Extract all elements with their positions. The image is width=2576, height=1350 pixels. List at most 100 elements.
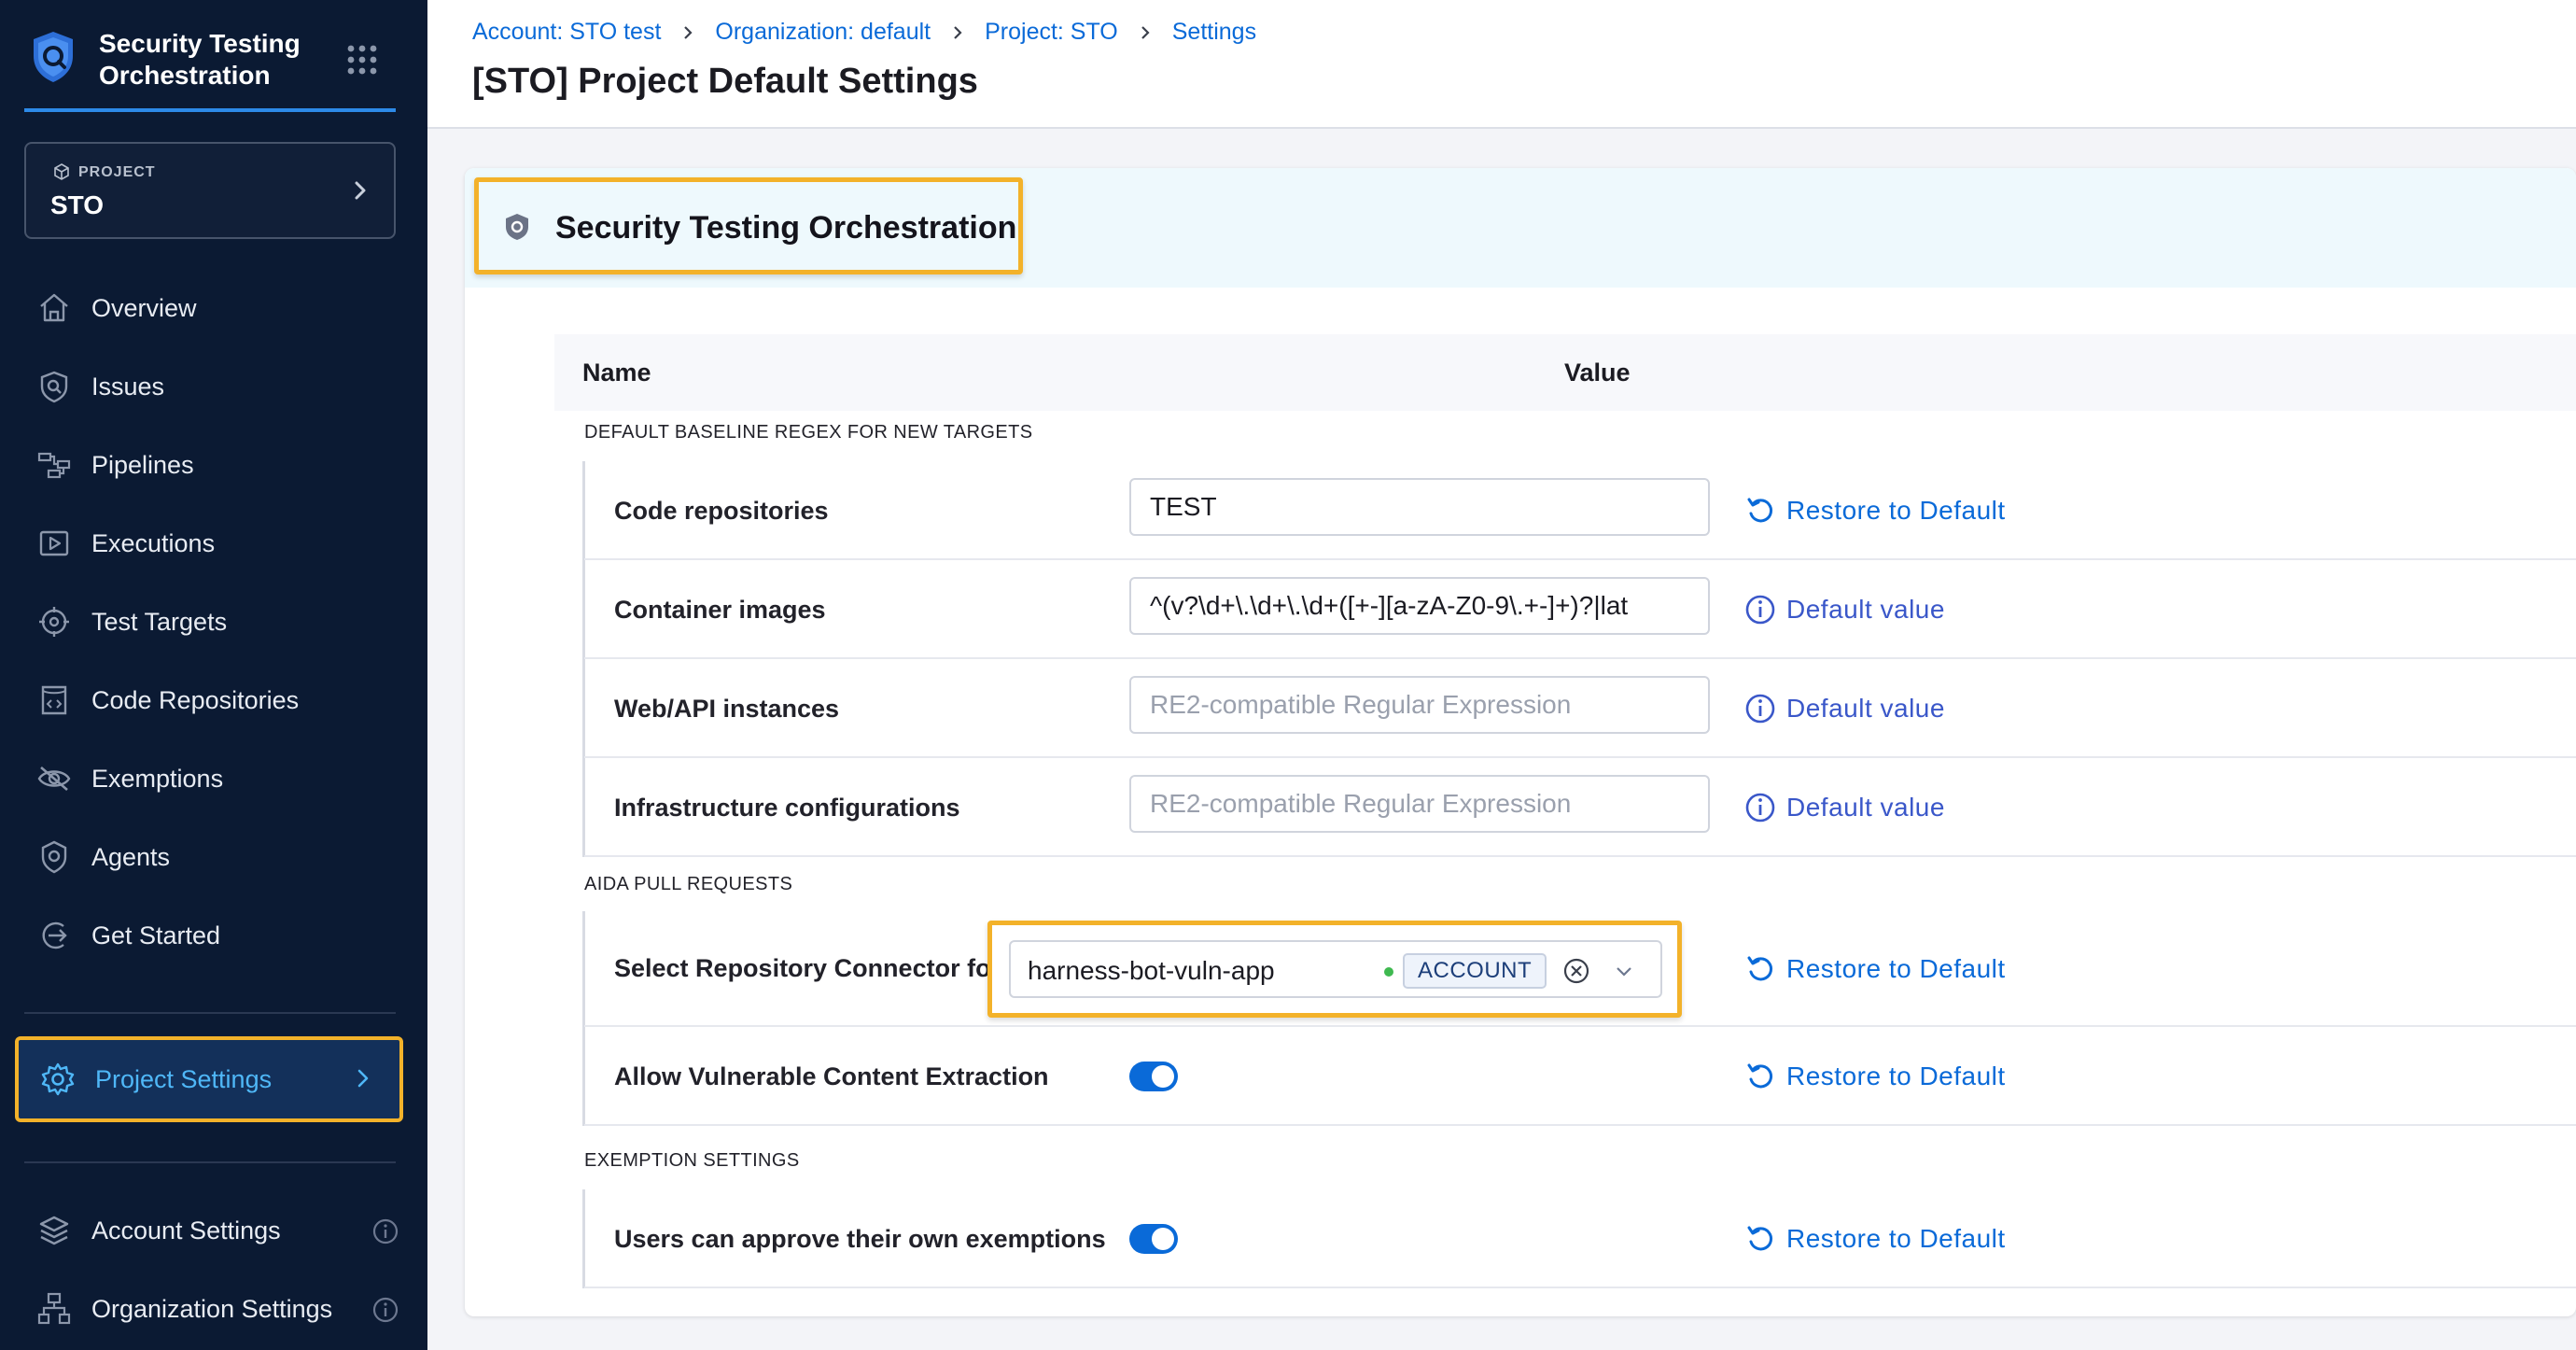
sidebar-item-label: Get Started <box>91 921 221 949</box>
table-header: Name Value <box>554 334 2576 411</box>
info-icon[interactable] <box>371 1296 399 1324</box>
action-label: Restore to Default <box>1786 496 2006 525</box>
sidebar-item-label: Account Settings <box>91 1216 281 1245</box>
action-label: Default value <box>1786 595 1945 624</box>
info-icon[interactable] <box>371 1217 399 1245</box>
connector-highlight: harness-bot-vuln-app ACCOUNT <box>987 921 1682 1018</box>
sidebar-item-label: Test Targets <box>91 607 228 636</box>
breadcrumb-organization[interactable]: Organization: default <box>715 19 931 46</box>
sidebar-item-exemptions[interactable]: Exemptions <box>35 752 409 805</box>
scope-badge: ACCOUNT <box>1403 953 1547 989</box>
connector-value: harness-bot-vuln-app <box>1028 956 1275 985</box>
infrastructure-configurations-input[interactable]: RE2-compatible Regular Expression <box>1129 775 1710 833</box>
column-header-name: Name <box>582 359 651 387</box>
group-label-aida: AIDA PULL REQUESTS <box>584 874 793 894</box>
sidebar-item-pipelines[interactable]: Pipelines <box>35 439 409 491</box>
sidebar-item-agents[interactable]: Agents <box>35 831 409 883</box>
action-label: Restore to Default <box>1786 1224 2006 1253</box>
home-icon <box>40 293 68 322</box>
restore-icon <box>1747 498 1773 523</box>
sidebar-item-label: Pipelines <box>91 450 194 479</box>
sidebar-item-account-settings[interactable]: Account Settings <box>35 1204 409 1257</box>
eye-off-icon <box>37 766 71 791</box>
chevron-right-icon <box>355 181 366 200</box>
action-label: Restore to Default <box>1786 1062 2006 1090</box>
info-icon <box>1745 694 1775 724</box>
restore-default-button[interactable]: Restore to Default <box>1743 494 2006 527</box>
setting-name: Web/API instances <box>614 695 840 723</box>
agent-icon <box>41 840 67 874</box>
group-label-exemption: EXEMPTION SETTINGS <box>584 1150 800 1171</box>
chevron-down-icon[interactable] <box>1614 961 1634 981</box>
executions-icon <box>39 530 69 556</box>
setting-name: Code repositories <box>614 497 829 525</box>
sidebar-item-label: Organization Settings <box>91 1294 333 1323</box>
sidebar-item-label: Overview <box>91 293 197 322</box>
restore-default-button[interactable]: Restore to Default <box>1743 1060 2006 1093</box>
restore-default-button[interactable]: Restore to Default <box>1743 952 2006 986</box>
vulnerable-content-extraction-toggle[interactable] <box>1129 1062 1178 1091</box>
repository-connector-select[interactable]: harness-bot-vuln-app ACCOUNT <box>1009 940 1662 998</box>
issues-icon <box>40 371 68 403</box>
project-cube-icon <box>54 163 69 180</box>
setting-row-approve-own-exemptions: Users can approve their own exemptions <box>584 1189 2576 1288</box>
sidebar-item-issues[interactable]: Issues <box>35 360 409 413</box>
sidebar-item-get-started[interactable]: Get Started <box>35 909 409 962</box>
info-icon <box>1745 595 1775 625</box>
sidebar-item-label: Executions <box>91 528 216 557</box>
sidebar-item-label: Project Settings <box>95 1064 273 1093</box>
approve-own-exemptions-toggle[interactable] <box>1129 1224 1178 1254</box>
sidebar-divider <box>24 1161 396 1163</box>
restore-icon <box>1747 1063 1773 1089</box>
settings-section-header: Security Testing Orchestration <box>465 168 2576 288</box>
section-title: Security Testing Orchestration <box>555 210 1017 246</box>
apps-grid-icon[interactable] <box>345 43 379 77</box>
default-value-button[interactable]: Default value <box>1743 593 1945 626</box>
module-brand[interactable]: Security Testing Orchestration <box>24 26 396 112</box>
layers-icon <box>39 1216 69 1245</box>
breadcrumb-settings[interactable]: Settings <box>1172 19 1256 46</box>
container-images-input[interactable]: ^(v?\d+\.\d+\.\d+([+-][a-zA-Z0-9\.+-]+)?… <box>1129 577 1710 635</box>
toggle-knob <box>1152 1065 1174 1088</box>
chevron-right-icon <box>357 1069 369 1088</box>
breadcrumb: Account: STO test Organization: default … <box>472 19 1256 46</box>
sidebar-item-test-targets[interactable]: Test Targets <box>35 596 409 648</box>
info-icon <box>1745 793 1775 823</box>
web-api-instances-input[interactable]: RE2-compatible Regular Expression <box>1129 676 1710 734</box>
sidebar-item-organization-settings[interactable]: Organization Settings <box>35 1283 409 1335</box>
gear-icon <box>41 1062 75 1096</box>
project-selector[interactable]: PROJECT STO <box>24 142 396 239</box>
sidebar-item-executions[interactable]: Executions <box>35 517 409 570</box>
setting-name: Container images <box>614 596 826 624</box>
get-started-icon <box>42 921 67 949</box>
code-repositories-input[interactable]: TEST <box>1129 478 1710 536</box>
organization-icon <box>37 1292 71 1325</box>
restore-default-button[interactable]: Restore to Default <box>1743 1222 2006 1256</box>
toggle-knob <box>1152 1228 1174 1250</box>
pipelines-icon <box>37 452 71 479</box>
sidebar-item-label: Code Repositories <box>91 685 300 714</box>
chevron-right-icon <box>684 25 693 39</box>
chevron-right-icon <box>954 25 962 39</box>
sidebar-item-overview[interactable]: Overview <box>35 282 409 334</box>
sidebar-item-label: Exemptions <box>91 764 224 793</box>
sidebar-item-label: Agents <box>91 842 171 871</box>
breadcrumb-project[interactable]: Project: STO <box>985 19 1118 46</box>
setting-name: Infrastructure configurations <box>614 794 960 822</box>
sto-shield-logo-icon <box>34 32 73 82</box>
group-label-baseline: DEFAULT BASELINE REGEX FOR NEW TARGETS <box>584 422 1033 443</box>
code-repo-icon <box>41 685 67 715</box>
project-name: STO <box>50 190 105 219</box>
sidebar-item-project-settings[interactable]: Project Settings <box>15 1036 403 1122</box>
breadcrumb-account[interactable]: Account: STO test <box>472 19 661 46</box>
restore-icon <box>1747 1226 1773 1251</box>
section-title-highlight[interactable]: Security Testing Orchestration <box>474 177 1023 274</box>
sidebar-item-code-repositories[interactable]: Code Repositories <box>35 674 409 726</box>
clear-icon[interactable] <box>1561 956 1591 986</box>
restore-icon <box>1747 956 1773 981</box>
module-title: Security Testing Orchestration <box>99 29 301 90</box>
default-value-button[interactable]: Default value <box>1743 791 1945 824</box>
setting-name: Users can approve their own exemptions <box>614 1225 1106 1253</box>
page-title: [STO] Project Default Settings <box>472 62 978 101</box>
default-value-button[interactable]: Default value <box>1743 692 1945 725</box>
